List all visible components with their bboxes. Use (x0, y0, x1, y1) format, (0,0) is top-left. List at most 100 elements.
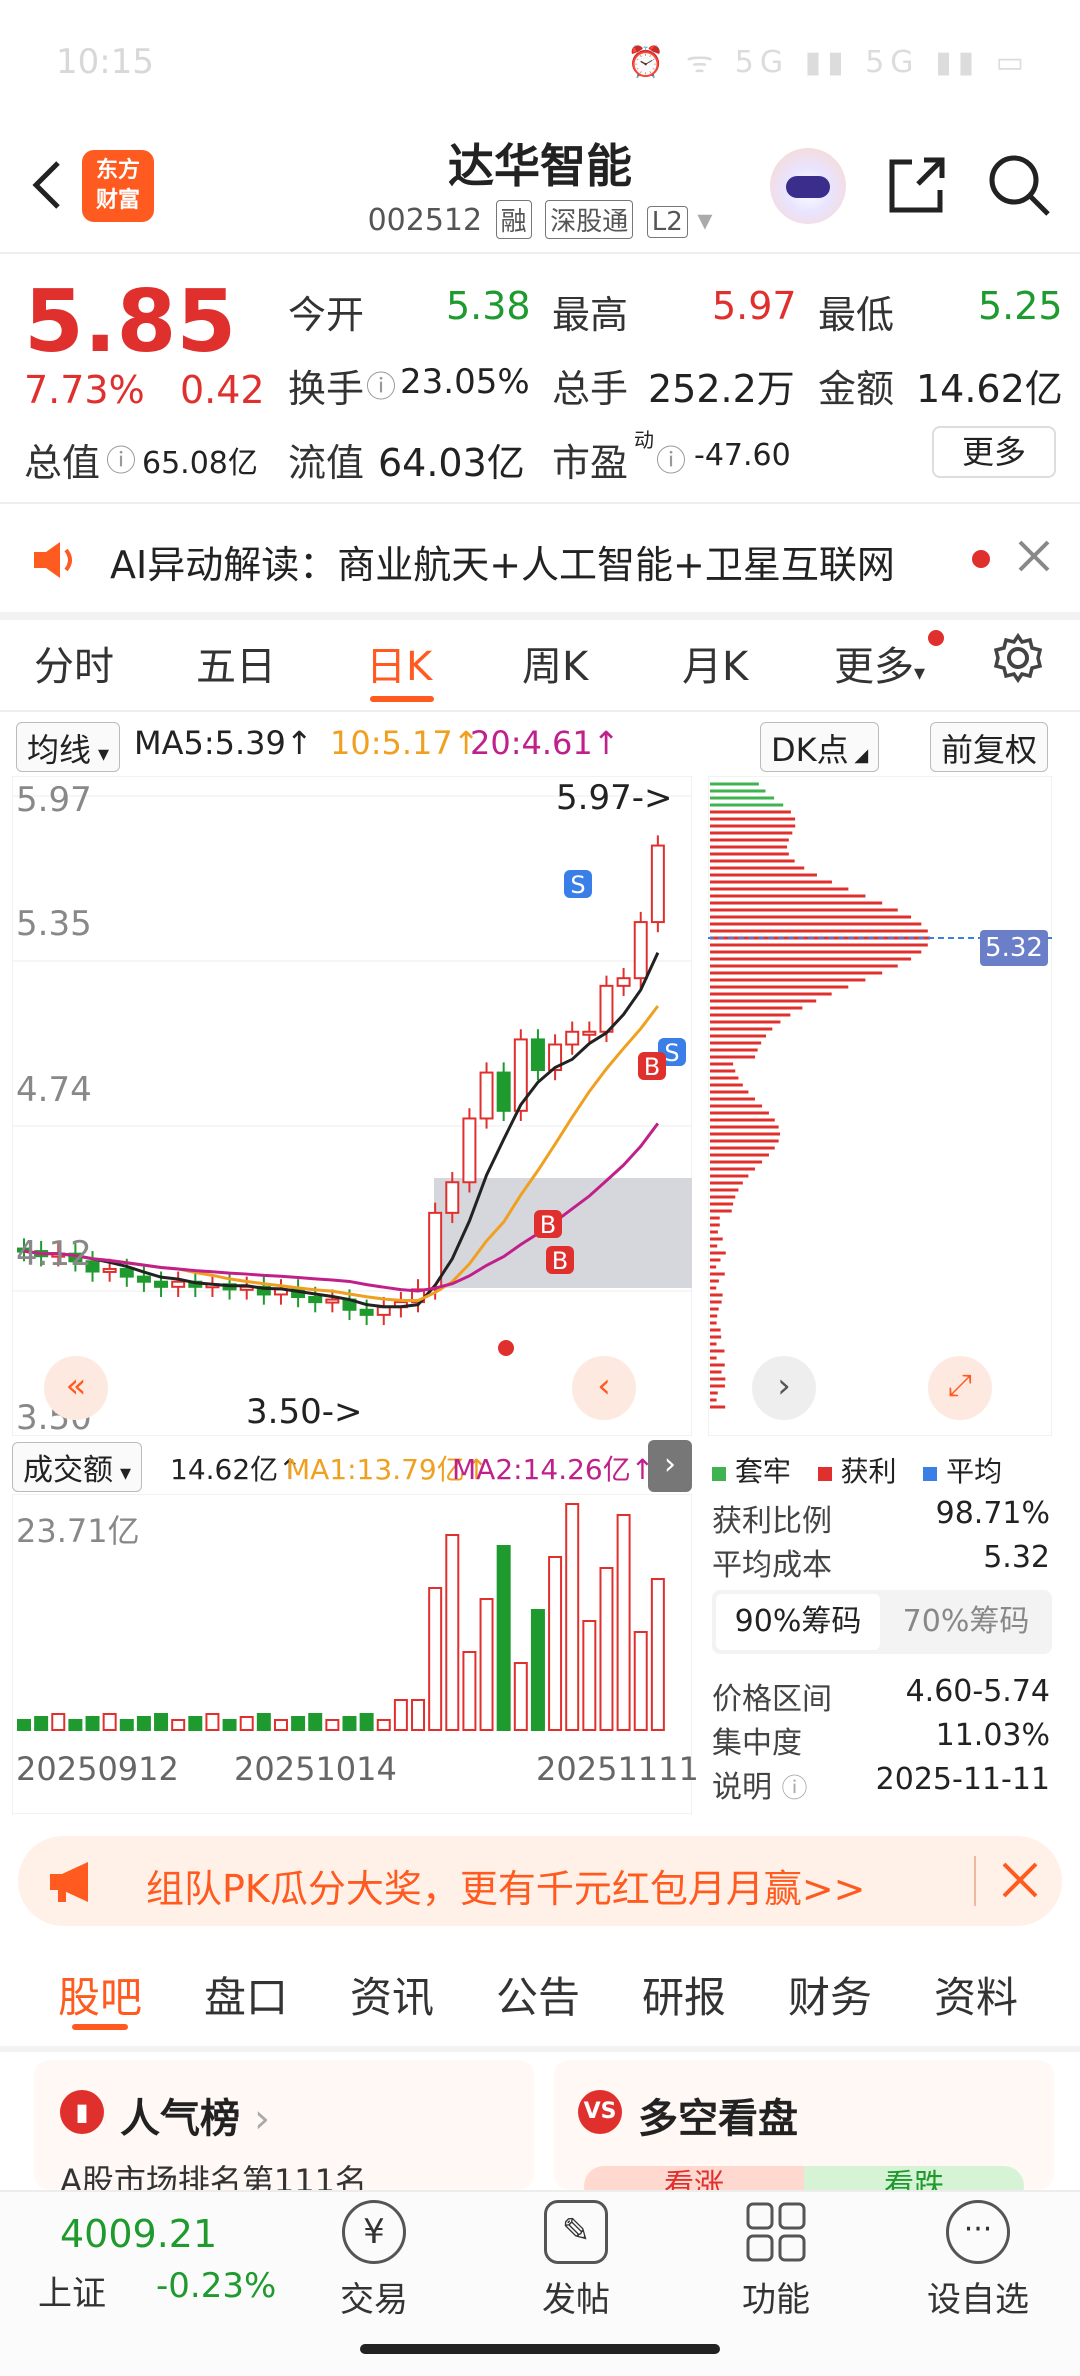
volume-bar (155, 1714, 167, 1730)
volume-bar (635, 1632, 647, 1730)
tab-orderbook[interactable]: 盘口 (204, 1964, 288, 2025)
promo-banner[interactable]: 组队PK瓜分大奖，更有千元红包月月赢>> (18, 1836, 1062, 1926)
candle-body (463, 1118, 475, 1182)
more-badge-dot (928, 630, 944, 646)
volume-bar (600, 1568, 612, 1730)
volume-indicator-select[interactable]: 成交额 ▾ (12, 1442, 142, 1492)
date-label: 20251014 (234, 1750, 397, 1788)
profit-ratio-value: 98.71% (936, 1496, 1050, 1531)
candle-body (361, 1310, 373, 1315)
info-icon[interactable]: ⓘ (782, 1774, 808, 1804)
nav-watchlist-label: 设自选 (918, 2272, 1038, 2321)
nav-watchlist[interactable]: ··· 设自选 (918, 2200, 1038, 2321)
open-value: 5.38 (446, 284, 531, 328)
tab-finance[interactable]: 财务 (788, 1964, 872, 2025)
volume-label: 总手 (552, 358, 628, 413)
avg-cost-value: 5.32 (983, 1540, 1050, 1575)
open-label: 今开 (288, 284, 364, 339)
scroll-left-icon[interactable]: « (44, 1356, 108, 1420)
candle-body (635, 922, 647, 978)
y-tick-label: 5.35 (16, 904, 92, 944)
signal-marker-label: B (552, 1247, 568, 1275)
close-icon[interactable] (1000, 1860, 1040, 1904)
close-icon[interactable] (1016, 538, 1052, 578)
index-change[interactable]: -0.23% (156, 2266, 276, 2306)
turnover-value: 23.05% (400, 362, 530, 402)
legend-average: 平均 (946, 1455, 1002, 1488)
low-label: 最低 (818, 284, 894, 339)
signal-marker-label: B (644, 1053, 660, 1081)
info-icon[interactable]: ⓘ (366, 362, 396, 406)
concentration-value: 11.03% (936, 1718, 1050, 1753)
volume-bar (481, 1599, 493, 1730)
stock-code: 002512 (368, 203, 483, 238)
search-icon[interactable] (986, 152, 1052, 218)
tab-weekly-k[interactable]: 周K (522, 634, 588, 692)
signal-marker-label: B (540, 1211, 556, 1239)
indicator-select[interactable]: 均线 ▾ (16, 722, 120, 772)
candle-body (446, 1182, 458, 1213)
vol-ma2: MA2:14.26亿↑ (452, 1448, 654, 1488)
nav-trade-label: 交易 (314, 2272, 434, 2321)
candlestick-chart[interactable]: SSBBB (12, 776, 692, 1436)
tab-research[interactable]: 研报 (642, 1964, 726, 2025)
info-icon[interactable]: ⓘ (106, 436, 136, 480)
candle-body (583, 1032, 595, 1035)
volume-bar (583, 1621, 595, 1730)
nav-trade[interactable]: ¥ 交易 (314, 2200, 434, 2321)
candle-body (104, 1269, 116, 1272)
grid-icon (744, 2200, 808, 2264)
tab-daily-k[interactable]: 日K (366, 634, 432, 692)
tab-monthly-k[interactable]: 月K (682, 634, 748, 692)
avg-cost-tag: 5.32 (980, 930, 1048, 966)
nav-functions[interactable]: 功能 (716, 2200, 836, 2321)
volume-bar (463, 1652, 475, 1730)
index-value[interactable]: 4009.21 (60, 2212, 217, 2256)
promo-text: 组队PK瓜分大奖，更有千元红包月月赢>> (146, 1858, 866, 1913)
dk-point-button[interactable]: DK点 ◢ (760, 722, 879, 772)
next-icon[interactable]: › (752, 1356, 816, 1420)
popularity-card[interactable]: ▮ 人气榜 › A股市场排名第111名 (34, 2060, 534, 2190)
volume-bar (224, 1720, 236, 1730)
event-dot (498, 1340, 514, 1356)
prev-icon[interactable]: ‹ (572, 1356, 636, 1420)
candle-body (172, 1282, 184, 1287)
info-icon[interactable]: ⓘ (656, 436, 686, 480)
tab-chip-70[interactable]: 70%筹码 (884, 1594, 1048, 1650)
change-amt: 0.42 (180, 368, 265, 412)
index-name[interactable]: 上证 (38, 2266, 106, 2315)
tab-5day[interactable]: 五日 (196, 634, 276, 692)
tab-announcements[interactable]: 公告 (496, 1964, 580, 2025)
nav-functions-label: 功能 (716, 2272, 836, 2321)
expand-icon[interactable]: ⤢ (928, 1356, 992, 1420)
tab-news[interactable]: 资讯 (350, 1964, 434, 2025)
margin-tag: 融 (496, 200, 532, 239)
tab-intraday[interactable]: 分时 (34, 634, 114, 692)
volume-bar (87, 1717, 99, 1730)
volume-bar (69, 1720, 81, 1730)
tab-profile[interactable]: 资料 (934, 1964, 1018, 2025)
tabs-divider (0, 710, 1080, 712)
volume-bar (292, 1717, 304, 1730)
bull-bear-card[interactable]: VS 多空看盘 看涨 看跌 (554, 2060, 1054, 2190)
more-button[interactable]: 更多 (932, 426, 1056, 478)
tab-more[interactable]: 更多▾ (834, 634, 925, 692)
adjust-button[interactable]: 前复权 (930, 722, 1048, 772)
expand-panel-icon[interactable]: › (648, 1440, 692, 1492)
popularity-title: 人气榜 › (120, 2086, 270, 2144)
share-icon[interactable] (884, 152, 950, 218)
date-label: 20251111 (536, 1750, 699, 1788)
chip-distribution-chart (708, 776, 1052, 1436)
nav-post[interactable]: ✎ 发帖 (516, 2200, 636, 2321)
volume-bar (549, 1557, 561, 1730)
settings-gear-icon[interactable] (992, 632, 1044, 688)
candle-body (618, 978, 630, 986)
tab-forum[interactable]: 股吧 (58, 1964, 142, 2025)
dropdown-icon[interactable]: ▾ (697, 203, 712, 238)
vol-max-label: 23.71亿 (16, 1506, 140, 1552)
price-range-value: 4.60-5.74 (906, 1674, 1050, 1709)
robot-avatar-icon[interactable] (770, 148, 846, 224)
dk-label: DK点 (771, 731, 849, 769)
tab-chip-90[interactable]: 90%筹码 (716, 1594, 880, 1650)
ai-insight-bar[interactable]: AI异动解读：商业航天+人工智能+卫星互联网 (0, 508, 1080, 612)
